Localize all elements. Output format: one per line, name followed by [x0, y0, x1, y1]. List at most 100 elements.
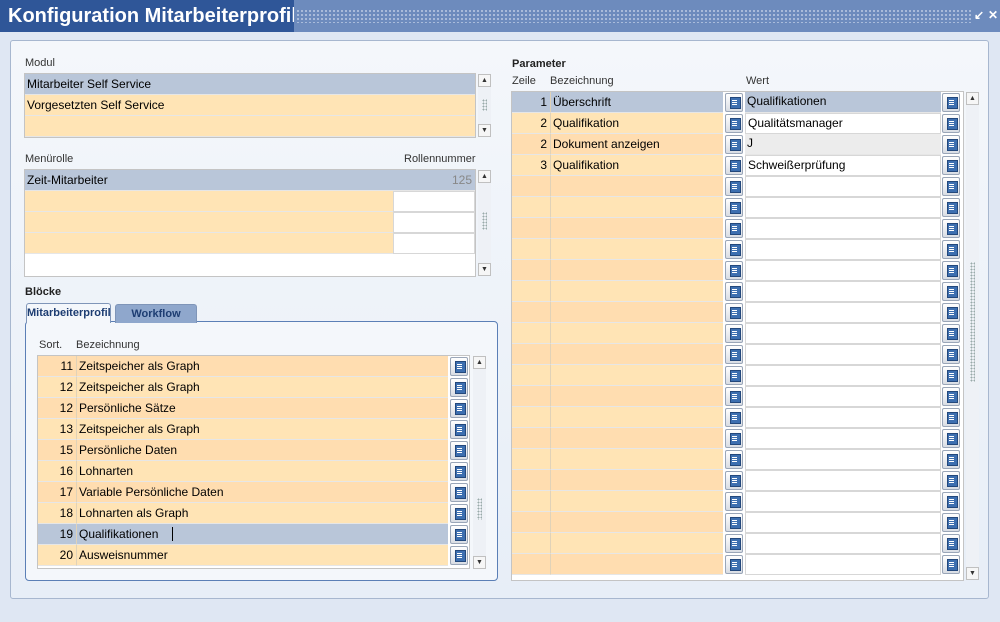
parameter-name-cell[interactable]: [550, 323, 723, 344]
parameter-wert-cell[interactable]: [745, 197, 941, 218]
list-of-values-icon[interactable]: [942, 240, 960, 259]
parameter-name-cell[interactable]: Qualifikation: [550, 113, 723, 134]
list-of-values-icon[interactable]: [725, 219, 743, 238]
menuerolle-name[interactable]: [25, 191, 393, 212]
list-of-values-icon[interactable]: [725, 303, 743, 322]
bloecke-name-cell[interactable]: Zeitspeicher als Graph: [76, 377, 448, 398]
parameter-wert-cell[interactable]: Qualifikationen: [745, 92, 941, 113]
menuerolle-number[interactable]: [393, 212, 475, 233]
bloecke-sort-cell[interactable]: 19: [38, 524, 76, 545]
list-of-values-icon[interactable]: [450, 483, 468, 502]
list-of-values-icon[interactable]: [942, 198, 960, 217]
scroll-grip[interactable]: [482, 99, 487, 111]
parameter-zeile-cell[interactable]: [512, 386, 550, 407]
parameter-zeile-cell[interactable]: [512, 302, 550, 323]
bloecke-name-cell[interactable]: Qualifikationen: [76, 524, 448, 545]
parameter-zeile-cell[interactable]: 1: [512, 92, 550, 113]
parameter-wert-cell[interactable]: [745, 407, 941, 428]
modul-row[interactable]: Mitarbeiter Self Service: [25, 74, 475, 95]
list-of-values-icon[interactable]: [450, 525, 468, 544]
bloecke-name-cell[interactable]: Zeitspeicher als Graph: [76, 356, 448, 377]
parameter-wert-cell[interactable]: [745, 218, 941, 239]
parameter-name-cell[interactable]: [550, 512, 723, 533]
list-of-values-icon[interactable]: [942, 303, 960, 322]
menuerolle-number[interactable]: [393, 191, 475, 212]
bloecke-sort-cell[interactable]: 12: [38, 377, 76, 398]
list-of-values-icon[interactable]: [725, 366, 743, 385]
menuerolle-name[interactable]: Zeit-Mitarbeiter: [25, 170, 393, 191]
parameter-zeile-cell[interactable]: [512, 428, 550, 449]
scroll-down-icon[interactable]: ▼: [473, 556, 486, 569]
bloecke-name-cell[interactable]: Variable Persönliche Daten: [76, 482, 448, 503]
parameter-name-cell[interactable]: Qualifikation: [550, 155, 723, 176]
close-icon[interactable]: ✕: [986, 7, 1000, 23]
bloecke-name-cell[interactable]: Ausweisnummer: [76, 545, 448, 566]
bloecke-sort-cell[interactable]: 18: [38, 503, 76, 524]
scroll-grip[interactable]: [482, 212, 487, 230]
parameter-wert-cell[interactable]: J: [745, 134, 941, 155]
parameter-wert-cell[interactable]: [745, 365, 941, 386]
list-of-values-icon[interactable]: [725, 492, 743, 511]
parameter-zeile-cell[interactable]: [512, 491, 550, 512]
parameter-name-cell[interactable]: [550, 470, 723, 491]
list-of-values-icon[interactable]: [725, 240, 743, 259]
scroll-down-icon[interactable]: ▼: [478, 263, 491, 276]
list-of-values-icon[interactable]: [942, 282, 960, 301]
list-of-values-icon[interactable]: [725, 156, 743, 175]
list-of-values-icon[interactable]: [942, 177, 960, 196]
list-of-values-icon[interactable]: [725, 387, 743, 406]
list-of-values-icon[interactable]: [942, 387, 960, 406]
list-of-values-icon[interactable]: [942, 513, 960, 532]
list-of-values-icon[interactable]: [725, 471, 743, 490]
bloecke-sort-cell[interactable]: 20: [38, 545, 76, 566]
parameter-wert-cell[interactable]: [745, 470, 941, 491]
modul-row[interactable]: Vorgesetzten Self Service: [25, 95, 475, 116]
parameter-zeile-cell[interactable]: [512, 176, 550, 197]
parameter-zeile-cell[interactable]: [512, 365, 550, 386]
list-of-values-icon[interactable]: [942, 366, 960, 385]
bloecke-sort-cell[interactable]: 13: [38, 419, 76, 440]
bloecke-sort-cell[interactable]: 11: [38, 356, 76, 377]
parameter-zeile-cell[interactable]: [512, 533, 550, 554]
list-of-values-icon[interactable]: [942, 450, 960, 469]
bloecke-name-cell[interactable]: Persönliche Sätze: [76, 398, 448, 419]
parameter-name-cell[interactable]: Überschrift: [550, 92, 723, 113]
list-of-values-icon[interactable]: [450, 420, 468, 439]
bloecke-name-cell[interactable]: Lohnarten: [76, 461, 448, 482]
parameter-name-cell[interactable]: [550, 239, 723, 260]
bloecke-name-cell[interactable]: Zeitspeicher als Graph: [76, 419, 448, 440]
parameter-name-cell[interactable]: [550, 260, 723, 281]
parameter-wert-cell[interactable]: [745, 533, 941, 554]
list-of-values-icon[interactable]: [450, 378, 468, 397]
list-of-values-icon[interactable]: [725, 555, 743, 574]
parameter-name-cell[interactable]: [550, 365, 723, 386]
parameter-scrollbar[interactable]: ▲ ▼: [966, 92, 979, 580]
bloecke-name-cell[interactable]: Lohnarten als Graph: [76, 503, 448, 524]
parameter-name-cell[interactable]: [550, 302, 723, 323]
parameter-wert-cell[interactable]: [745, 491, 941, 512]
tab-mitarbeiterprofil[interactable]: Mitarbeiterprofil: [26, 303, 111, 323]
parameter-zeile-cell[interactable]: [512, 470, 550, 491]
menuerolle-number[interactable]: [393, 233, 475, 254]
list-of-values-icon[interactable]: [942, 555, 960, 574]
scroll-up-icon[interactable]: ▲: [478, 74, 491, 87]
list-of-values-icon[interactable]: [725, 93, 743, 112]
parameter-wert-cell[interactable]: [745, 260, 941, 281]
parameter-name-cell[interactable]: [550, 428, 723, 449]
parameter-name-cell[interactable]: [550, 218, 723, 239]
parameter-zeile-cell[interactable]: [512, 407, 550, 428]
list-of-values-icon[interactable]: [725, 408, 743, 427]
bloecke-name-cell[interactable]: Persönliche Daten: [76, 440, 448, 461]
list-of-values-icon[interactable]: [942, 345, 960, 364]
menuerolle-name[interactable]: [25, 212, 393, 233]
list-of-values-icon[interactable]: [725, 534, 743, 553]
list-of-values-icon[interactable]: [942, 429, 960, 448]
parameter-name-cell[interactable]: [550, 491, 723, 512]
scroll-grip[interactable]: [477, 498, 482, 520]
list-of-values-icon[interactable]: [725, 177, 743, 196]
parameter-wert-cell[interactable]: [745, 344, 941, 365]
parameter-wert-cell[interactable]: [745, 449, 941, 470]
list-of-values-icon[interactable]: [450, 462, 468, 481]
parameter-zeile-cell[interactable]: 3: [512, 155, 550, 176]
parameter-wert-cell[interactable]: Schweißerprüfung: [745, 155, 941, 176]
